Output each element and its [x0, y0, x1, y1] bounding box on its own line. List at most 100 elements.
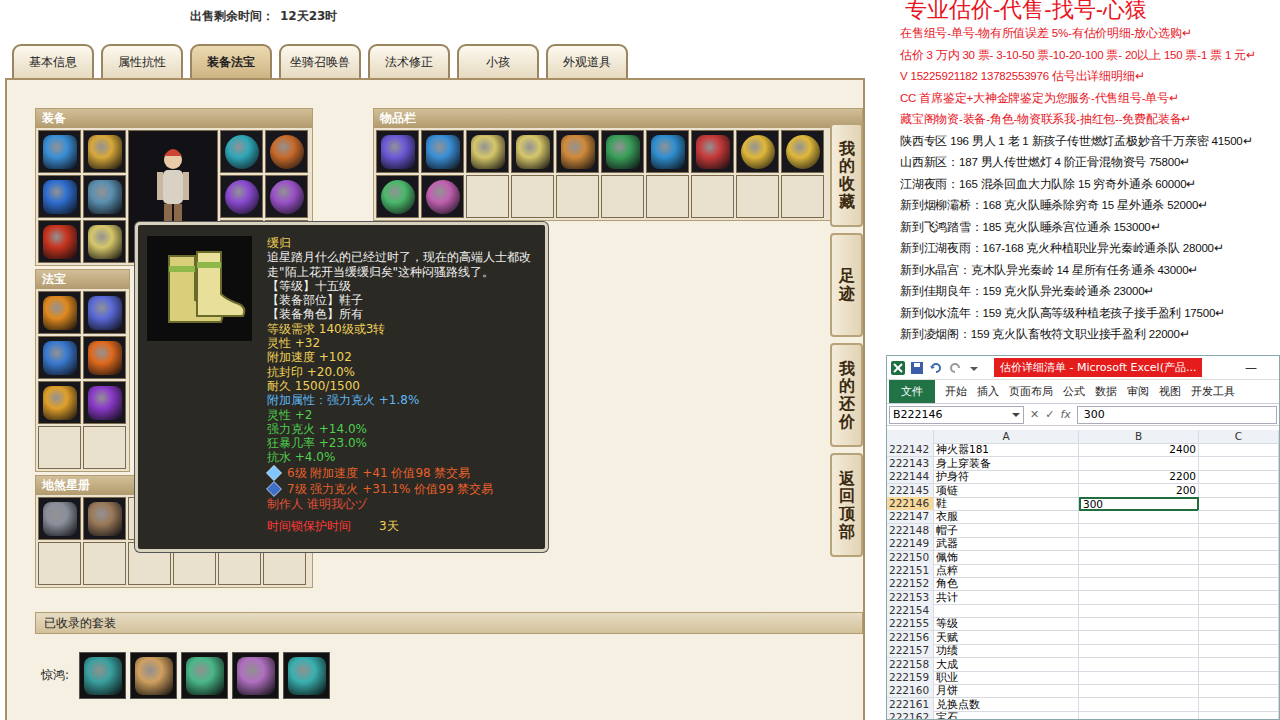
- dropdown-icon[interactable]: [1012, 411, 1020, 419]
- customize-icon[interactable]: [967, 361, 981, 375]
- item-slot[interactable]: [38, 381, 81, 424]
- tab[interactable]: 法术修正: [368, 44, 450, 78]
- row-number[interactable]: 222157: [887, 644, 934, 658]
- cell-b[interactable]: 2400: [1079, 443, 1199, 457]
- cell-b[interactable]: [1079, 564, 1199, 578]
- cell-b[interactable]: [1079, 658, 1199, 672]
- suit-item[interactable]: [130, 652, 177, 699]
- cell-a[interactable]: 天赋: [934, 631, 1079, 645]
- cell-c[interactable]: [1199, 591, 1279, 605]
- redo-icon[interactable]: [948, 361, 962, 375]
- row-number[interactable]: 222150: [887, 551, 934, 565]
- row-number[interactable]: 222151: [887, 564, 934, 578]
- cell-c[interactable]: [1199, 577, 1279, 591]
- ribbon-tab[interactable]: 审阅: [1127, 380, 1149, 403]
- column-header[interactable]: C: [1199, 430, 1279, 444]
- ribbon-tab[interactable]: 文件: [889, 380, 935, 403]
- cell-c[interactable]: [1199, 510, 1279, 524]
- side-button[interactable]: 我的收藏: [830, 123, 863, 227]
- cell-a[interactable]: 月饼: [934, 684, 1079, 698]
- item-slot[interactable]: [646, 130, 689, 173]
- cell-c[interactable]: [1199, 631, 1279, 645]
- cell-a[interactable]: 兑换点数: [934, 698, 1079, 712]
- item-slot[interactable]: [38, 220, 81, 263]
- cell-a[interactable]: 职业: [934, 671, 1079, 685]
- row-number[interactable]: 222142: [887, 443, 934, 457]
- cell-a[interactable]: 鞋: [934, 497, 1079, 511]
- item-slot[interactable]: [83, 220, 126, 263]
- side-button[interactable]: 足迹: [830, 233, 863, 337]
- item-slot[interactable]: [556, 130, 599, 173]
- cell-c[interactable]: [1199, 698, 1279, 712]
- ribbon-tab[interactable]: 开始: [945, 380, 967, 403]
- item-slot[interactable]: [220, 175, 263, 218]
- cell-c[interactable]: [1199, 564, 1279, 578]
- cell-a[interactable]: 等级: [934, 617, 1079, 631]
- save-icon[interactable]: [910, 361, 924, 375]
- cell-c[interactable]: [1199, 470, 1279, 484]
- row-number[interactable]: 222156: [887, 631, 934, 645]
- cell-b[interactable]: [1079, 457, 1199, 471]
- item-slot[interactable]: [220, 130, 263, 173]
- cell-c[interactable]: [1199, 658, 1279, 672]
- item-slot[interactable]: [265, 130, 308, 173]
- suit-item[interactable]: [79, 652, 126, 699]
- excel-icon[interactable]: [891, 361, 905, 375]
- item-slot[interactable]: [691, 130, 734, 173]
- column-header[interactable]: A: [934, 430, 1079, 444]
- cell-b[interactable]: [1079, 631, 1199, 645]
- tab[interactable]: 基本信息: [12, 44, 94, 78]
- item-slot[interactable]: [38, 130, 81, 173]
- item-slot[interactable]: [421, 175, 464, 218]
- row-number[interactable]: 222158: [887, 658, 934, 672]
- cell-c[interactable]: [1199, 457, 1279, 471]
- cell-b[interactable]: [1079, 524, 1199, 538]
- item-slot[interactable]: [38, 497, 81, 540]
- cell-c[interactable]: [1199, 684, 1279, 698]
- cell-b[interactable]: [1079, 617, 1199, 631]
- ribbon-tab[interactable]: 插入: [977, 380, 999, 403]
- cell-b[interactable]: [1079, 510, 1199, 524]
- item-slot[interactable]: [38, 175, 81, 218]
- cell-a[interactable]: 项链: [934, 484, 1079, 498]
- cell-b[interactable]: [1079, 644, 1199, 658]
- cell-c[interactable]: [1199, 604, 1279, 618]
- row-number[interactable]: 222144: [887, 470, 934, 484]
- tab[interactable]: 坐骑召唤兽: [279, 44, 361, 78]
- cell-a[interactable]: 佩饰: [934, 551, 1079, 565]
- item-slot[interactable]: [83, 497, 126, 540]
- item-slot[interactable]: [736, 130, 779, 173]
- row-number[interactable]: 222159: [887, 671, 934, 685]
- row-number[interactable]: 222147: [887, 510, 934, 524]
- item-slot[interactable]: [781, 130, 824, 173]
- item-slot[interactable]: [265, 175, 308, 218]
- suit-item[interactable]: [232, 652, 279, 699]
- tab[interactable]: 小孩: [457, 44, 539, 78]
- cell-b[interactable]: 300: [1079, 497, 1199, 511]
- cell-a[interactable]: 神火嚣181: [934, 443, 1079, 457]
- cell-c[interactable]: [1199, 497, 1279, 511]
- item-slot[interactable]: [83, 291, 126, 334]
- row-number[interactable]: 222149: [887, 537, 934, 551]
- ribbon-tab[interactable]: 页面布局: [1009, 380, 1053, 403]
- cell-b[interactable]: [1079, 671, 1199, 685]
- suit-item[interactable]: [283, 652, 330, 699]
- item-slot[interactable]: [83, 175, 126, 218]
- cell-b[interactable]: [1079, 537, 1199, 551]
- cell-b[interactable]: [1079, 604, 1199, 618]
- row-number[interactable]: 222143: [887, 457, 934, 471]
- item-slot[interactable]: [421, 130, 464, 173]
- cell-b[interactable]: [1079, 577, 1199, 591]
- item-slot[interactable]: [601, 130, 644, 173]
- cell-c[interactable]: [1199, 711, 1279, 720]
- item-slot[interactable]: [38, 336, 81, 379]
- side-button[interactable]: 我的还价: [830, 343, 863, 447]
- cell-c[interactable]: [1199, 551, 1279, 565]
- cell-a[interactable]: 功绩: [934, 644, 1079, 658]
- corner-cell[interactable]: [887, 430, 934, 444]
- cell-c[interactable]: [1199, 443, 1279, 457]
- cell-a[interactable]: 衣服: [934, 510, 1079, 524]
- name-box[interactable]: B222146: [889, 406, 1024, 424]
- cell-b[interactable]: 2200: [1079, 470, 1199, 484]
- tab[interactable]: 属性抗性: [101, 44, 183, 78]
